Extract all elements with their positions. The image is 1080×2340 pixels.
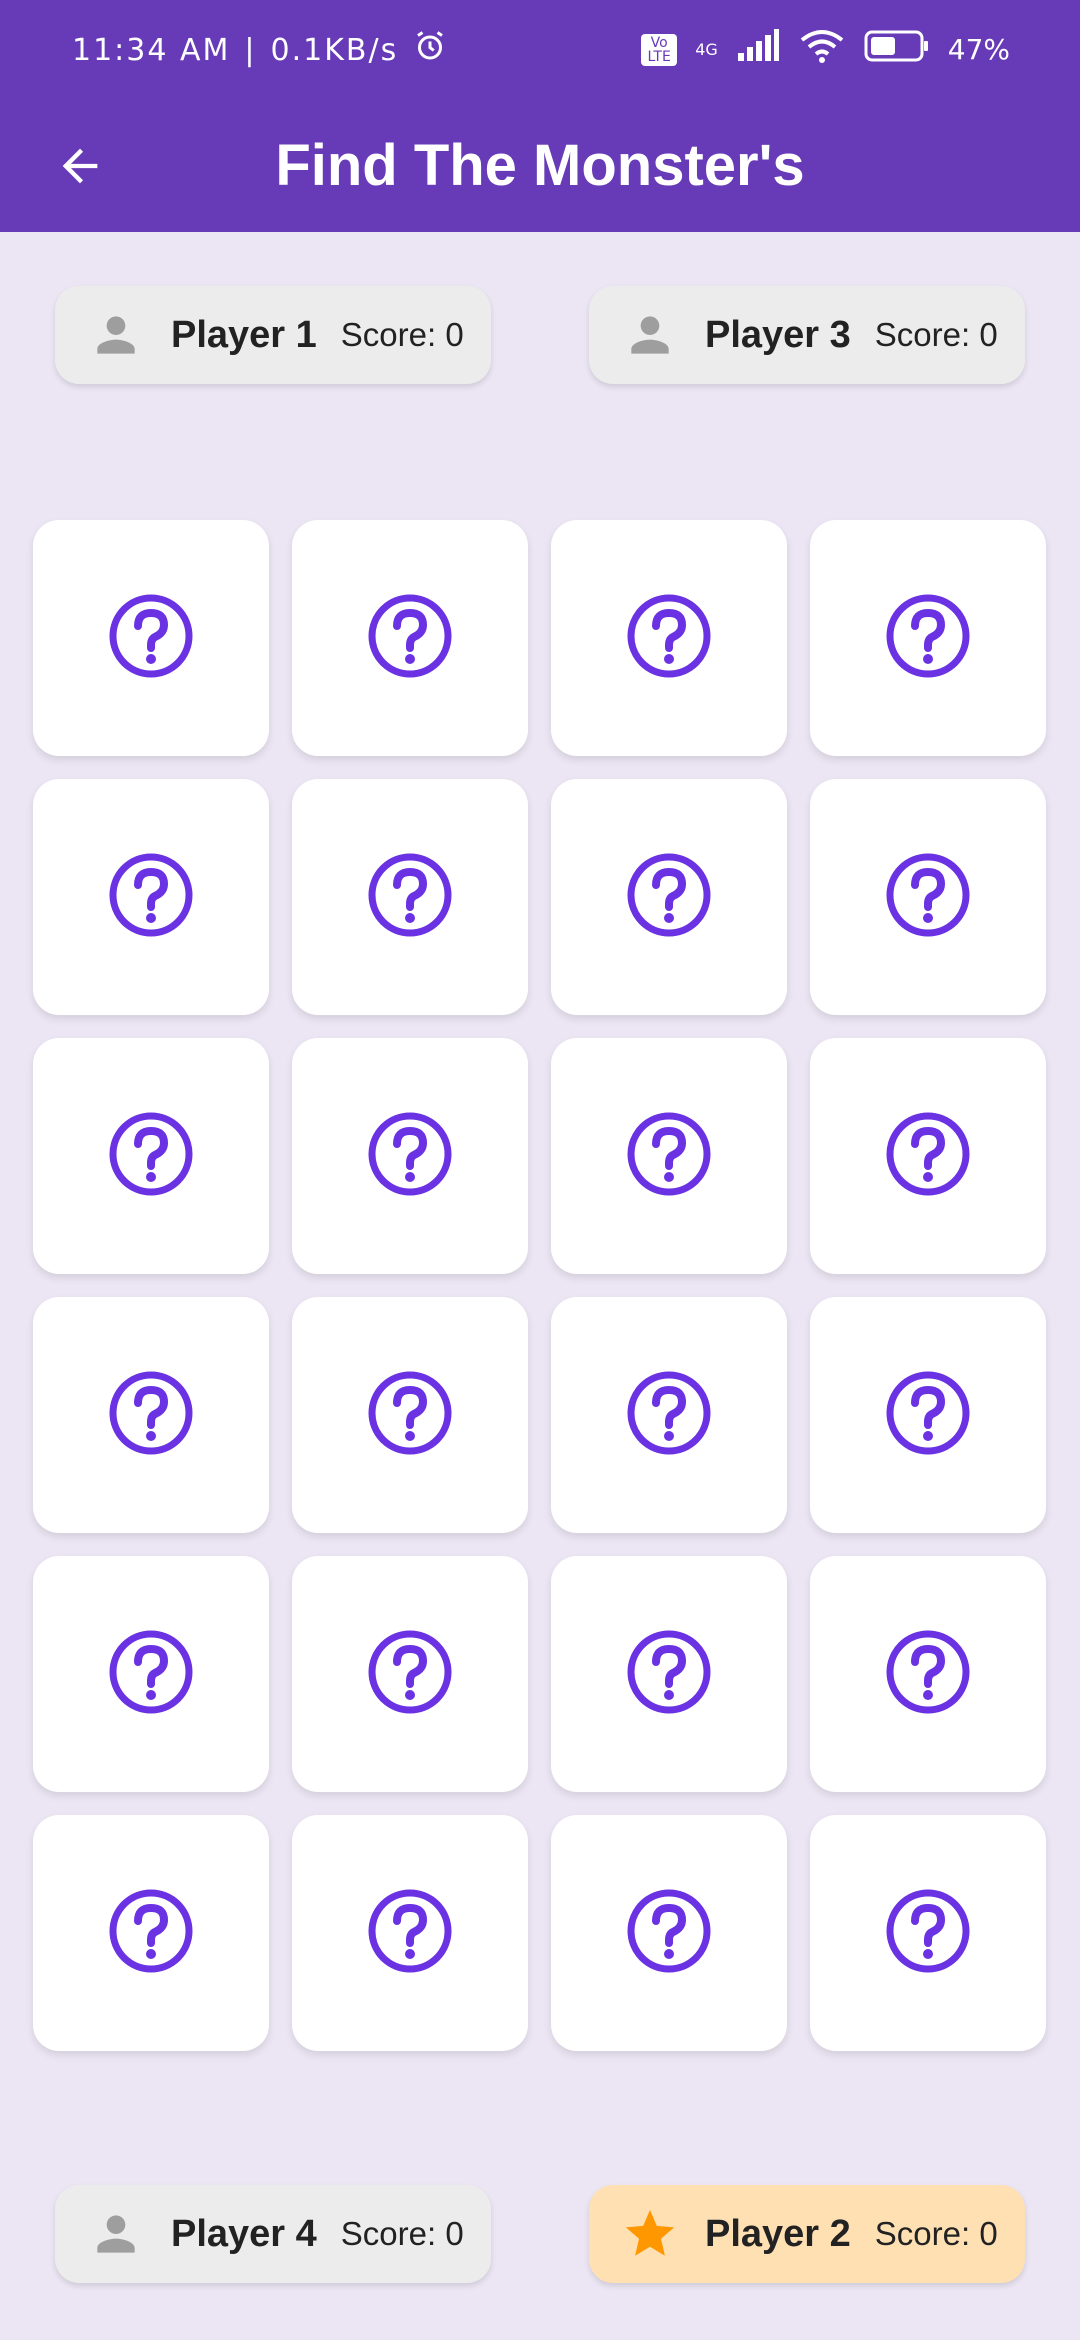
help-circle-icon [884, 1369, 972, 1462]
card-tile[interactable] [292, 1038, 528, 1274]
help-circle-icon [366, 592, 454, 685]
help-circle-icon [107, 592, 195, 685]
card-tile[interactable] [292, 1556, 528, 1792]
player-score: Score: 0 [340, 2215, 464, 2252]
card-tile[interactable] [551, 1815, 787, 2051]
help-circle-icon [107, 851, 195, 944]
help-circle-icon [625, 1369, 713, 1462]
status-net-speed: 0.1KB/s [270, 32, 399, 68]
battery-icon [864, 29, 930, 70]
help-circle-icon [107, 1110, 195, 1203]
app-bar: Find The Monster's [0, 100, 1080, 232]
help-circle-icon [884, 1628, 972, 1721]
player-chip-2-active: Player 2 Score: 0 [589, 2185, 1025, 2283]
player-chip-3: Player 3 Score: 0 [589, 286, 1025, 384]
network-type: 4G [695, 40, 718, 59]
status-left: 11:34 AM | 0.1KB/s [72, 28, 448, 72]
help-circle-icon [625, 1628, 713, 1721]
player-score: Score: 0 [340, 316, 464, 353]
card-tile[interactable] [33, 779, 269, 1015]
card-tile[interactable] [810, 779, 1046, 1015]
player-chip-4: Player 4 Score: 0 [55, 2185, 491, 2283]
card-tile[interactable] [551, 520, 787, 756]
card-tile[interactable] [292, 520, 528, 756]
help-circle-icon [366, 1887, 454, 1980]
card-tile[interactable] [33, 1556, 269, 1792]
card-tile[interactable] [810, 1038, 1046, 1274]
help-circle-icon [625, 592, 713, 685]
card-tile[interactable] [551, 1556, 787, 1792]
person-icon [621, 306, 679, 364]
wifi-icon [798, 28, 846, 71]
help-circle-icon [884, 592, 972, 685]
player-name: Player 1 [171, 313, 317, 356]
card-tile[interactable] [810, 520, 1046, 756]
game-board [33, 520, 1047, 2051]
player-name: Player 2 [705, 2212, 851, 2255]
card-tile[interactable] [33, 1297, 269, 1533]
status-bar: 11:34 AM | 0.1KB/s Vo LTE 4G 47% [0, 0, 1080, 100]
card-tile[interactable] [551, 1038, 787, 1274]
card-tile[interactable] [33, 1038, 269, 1274]
status-time: 11:34 AM [72, 32, 231, 68]
player-score: Score: 0 [874, 316, 998, 353]
star-icon [621, 2205, 679, 2263]
card-tile[interactable] [810, 1556, 1046, 1792]
help-circle-icon [884, 1110, 972, 1203]
help-circle-icon [366, 851, 454, 944]
alarm-icon [412, 28, 448, 72]
help-circle-icon [884, 851, 972, 944]
card-tile[interactable] [810, 1815, 1046, 2051]
help-circle-icon [366, 1369, 454, 1462]
page-title: Find The Monster's [275, 133, 805, 198]
person-icon [87, 306, 145, 364]
person-icon [87, 2205, 145, 2263]
help-circle-icon [366, 1628, 454, 1721]
card-tile[interactable] [292, 1297, 528, 1533]
card-tile[interactable] [551, 779, 787, 1015]
player-score: Score: 0 [874, 2215, 998, 2252]
player-name: Player 3 [705, 313, 851, 356]
status-right: Vo LTE 4G 47% [641, 28, 1010, 71]
help-circle-icon [625, 851, 713, 944]
battery-percent: 47% [947, 33, 1010, 66]
help-circle-icon [107, 1369, 195, 1462]
card-tile[interactable] [551, 1297, 787, 1533]
card-tile[interactable] [33, 1815, 269, 2051]
status-divider: | [244, 32, 257, 68]
help-circle-icon [366, 1110, 454, 1203]
player-name: Player 4 [171, 2212, 317, 2255]
help-circle-icon [107, 1887, 195, 1980]
card-tile[interactable] [292, 1815, 528, 2051]
help-circle-icon [625, 1887, 713, 1980]
help-circle-icon [107, 1628, 195, 1721]
signal-icon [736, 29, 780, 70]
card-tile[interactable] [292, 779, 528, 1015]
volte-icon: Vo LTE [641, 33, 678, 66]
player-chip-1: Player 1 Score: 0 [55, 286, 491, 384]
card-tile[interactable] [33, 520, 269, 756]
help-circle-icon [625, 1110, 713, 1203]
card-tile[interactable] [810, 1297, 1046, 1533]
help-circle-icon [884, 1887, 972, 1980]
